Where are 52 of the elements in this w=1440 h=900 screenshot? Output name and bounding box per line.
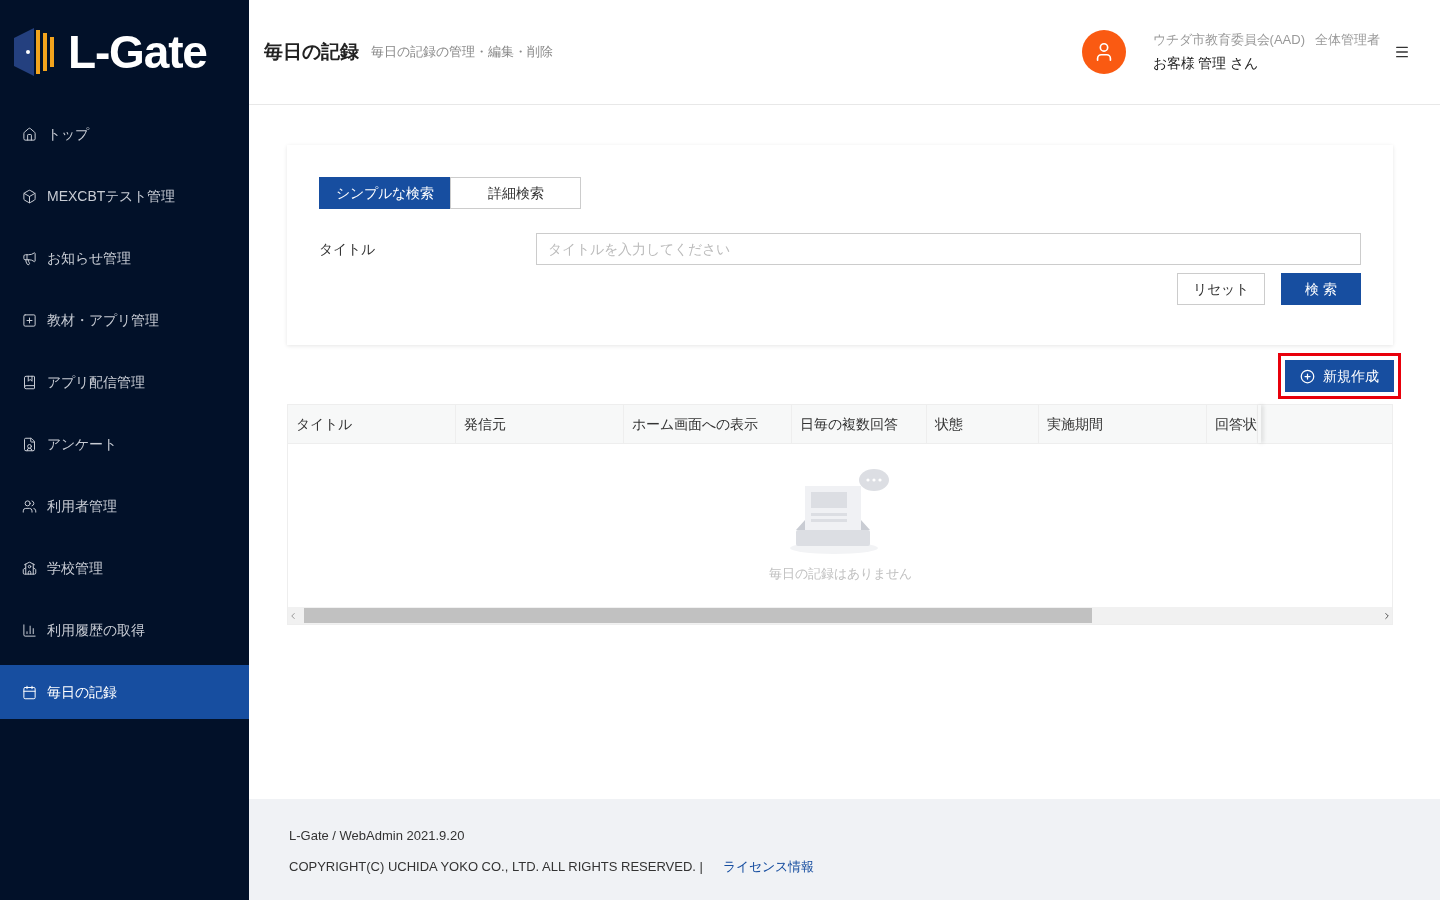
nav-item[interactable]: 利用者管理 [0, 479, 249, 533]
menu-icon [1394, 44, 1410, 60]
nav-item[interactable]: 利用履歴の取得 [0, 603, 249, 657]
role-label: 全体管理者 [1315, 30, 1380, 49]
field-label: タイトル [319, 239, 376, 259]
nav-item[interactable]: お知らせ管理 [0, 231, 249, 285]
logo-icon [14, 28, 56, 76]
nav-item[interactable]: 学校管理 [0, 541, 249, 595]
search-tab[interactable]: シンプルな検索 [319, 177, 450, 209]
avatar[interactable] [1081, 30, 1126, 74]
plus-square-icon [22, 312, 37, 328]
home-icon [22, 126, 37, 142]
cube-icon [22, 188, 37, 204]
column-header: ホーム画面への表示 [624, 405, 792, 443]
school-icon [22, 560, 37, 576]
scroll-left-icon[interactable] [288, 610, 298, 621]
column-header: 回答状 [1207, 405, 1258, 443]
column-header: 発信元 [456, 405, 624, 443]
license-link[interactable]: ライセンス情報 [722, 856, 814, 876]
nav-item[interactable]: アプリ配信管理 [0, 355, 249, 409]
user-name: お客様 管理 さん [1152, 54, 1260, 74]
nav-item[interactable]: トップ [0, 107, 249, 161]
column-header: 実施期間 [1039, 405, 1207, 443]
scroll-right-icon[interactable] [1382, 610, 1392, 621]
search-button[interactable]: 検 索 [1281, 273, 1361, 305]
title-input[interactable]: タイトルを入力してください [536, 233, 1361, 265]
empty-message: 毎日の記録はありません [768, 564, 912, 583]
column-header: タイトル [288, 405, 456, 443]
column-header: 状態 [927, 405, 1039, 443]
create-button[interactable]: 新規作成 [1285, 360, 1394, 392]
users-icon [22, 498, 37, 514]
nav-item[interactable]: アンケート [0, 417, 249, 471]
search-tab[interactable]: 詳細検索 [450, 177, 581, 209]
nav-item[interactable]: 教材・アプリ管理 [0, 293, 249, 347]
bar-chart-icon [22, 622, 37, 638]
horizontal-scrollbar[interactable] [288, 607, 1392, 624]
page-title: 毎日の記録 [264, 39, 359, 64]
nav-item[interactable]: MEXCBTテスト管理 [0, 169, 249, 223]
calendar-icon [22, 684, 37, 700]
organization-name: ウチダ市教育委員会(AAD) [1152, 30, 1305, 49]
megaphone-icon [22, 250, 37, 266]
nav-item[interactable]: 毎日の記録 [0, 665, 249, 719]
page-subtitle: 毎日の記録の管理・編集・削除 [371, 43, 553, 62]
book-icon [22, 374, 37, 390]
logo-text: L-Gate [68, 29, 207, 75]
reset-button[interactable]: リセット [1177, 273, 1265, 305]
copyright-text: COPYRIGHT(C) UCHIDA YOKO CO., LTD. ALL RIGHTS RESERVED. | [289, 857, 703, 876]
menu-button[interactable] [1394, 44, 1410, 60]
plus-icon [1300, 368, 1315, 384]
column-header: 日毎の複数回答 [792, 405, 927, 443]
version-text: L-Gate / WebAdmin 2021.9.20 [289, 827, 466, 845]
document-user-icon [22, 436, 37, 452]
